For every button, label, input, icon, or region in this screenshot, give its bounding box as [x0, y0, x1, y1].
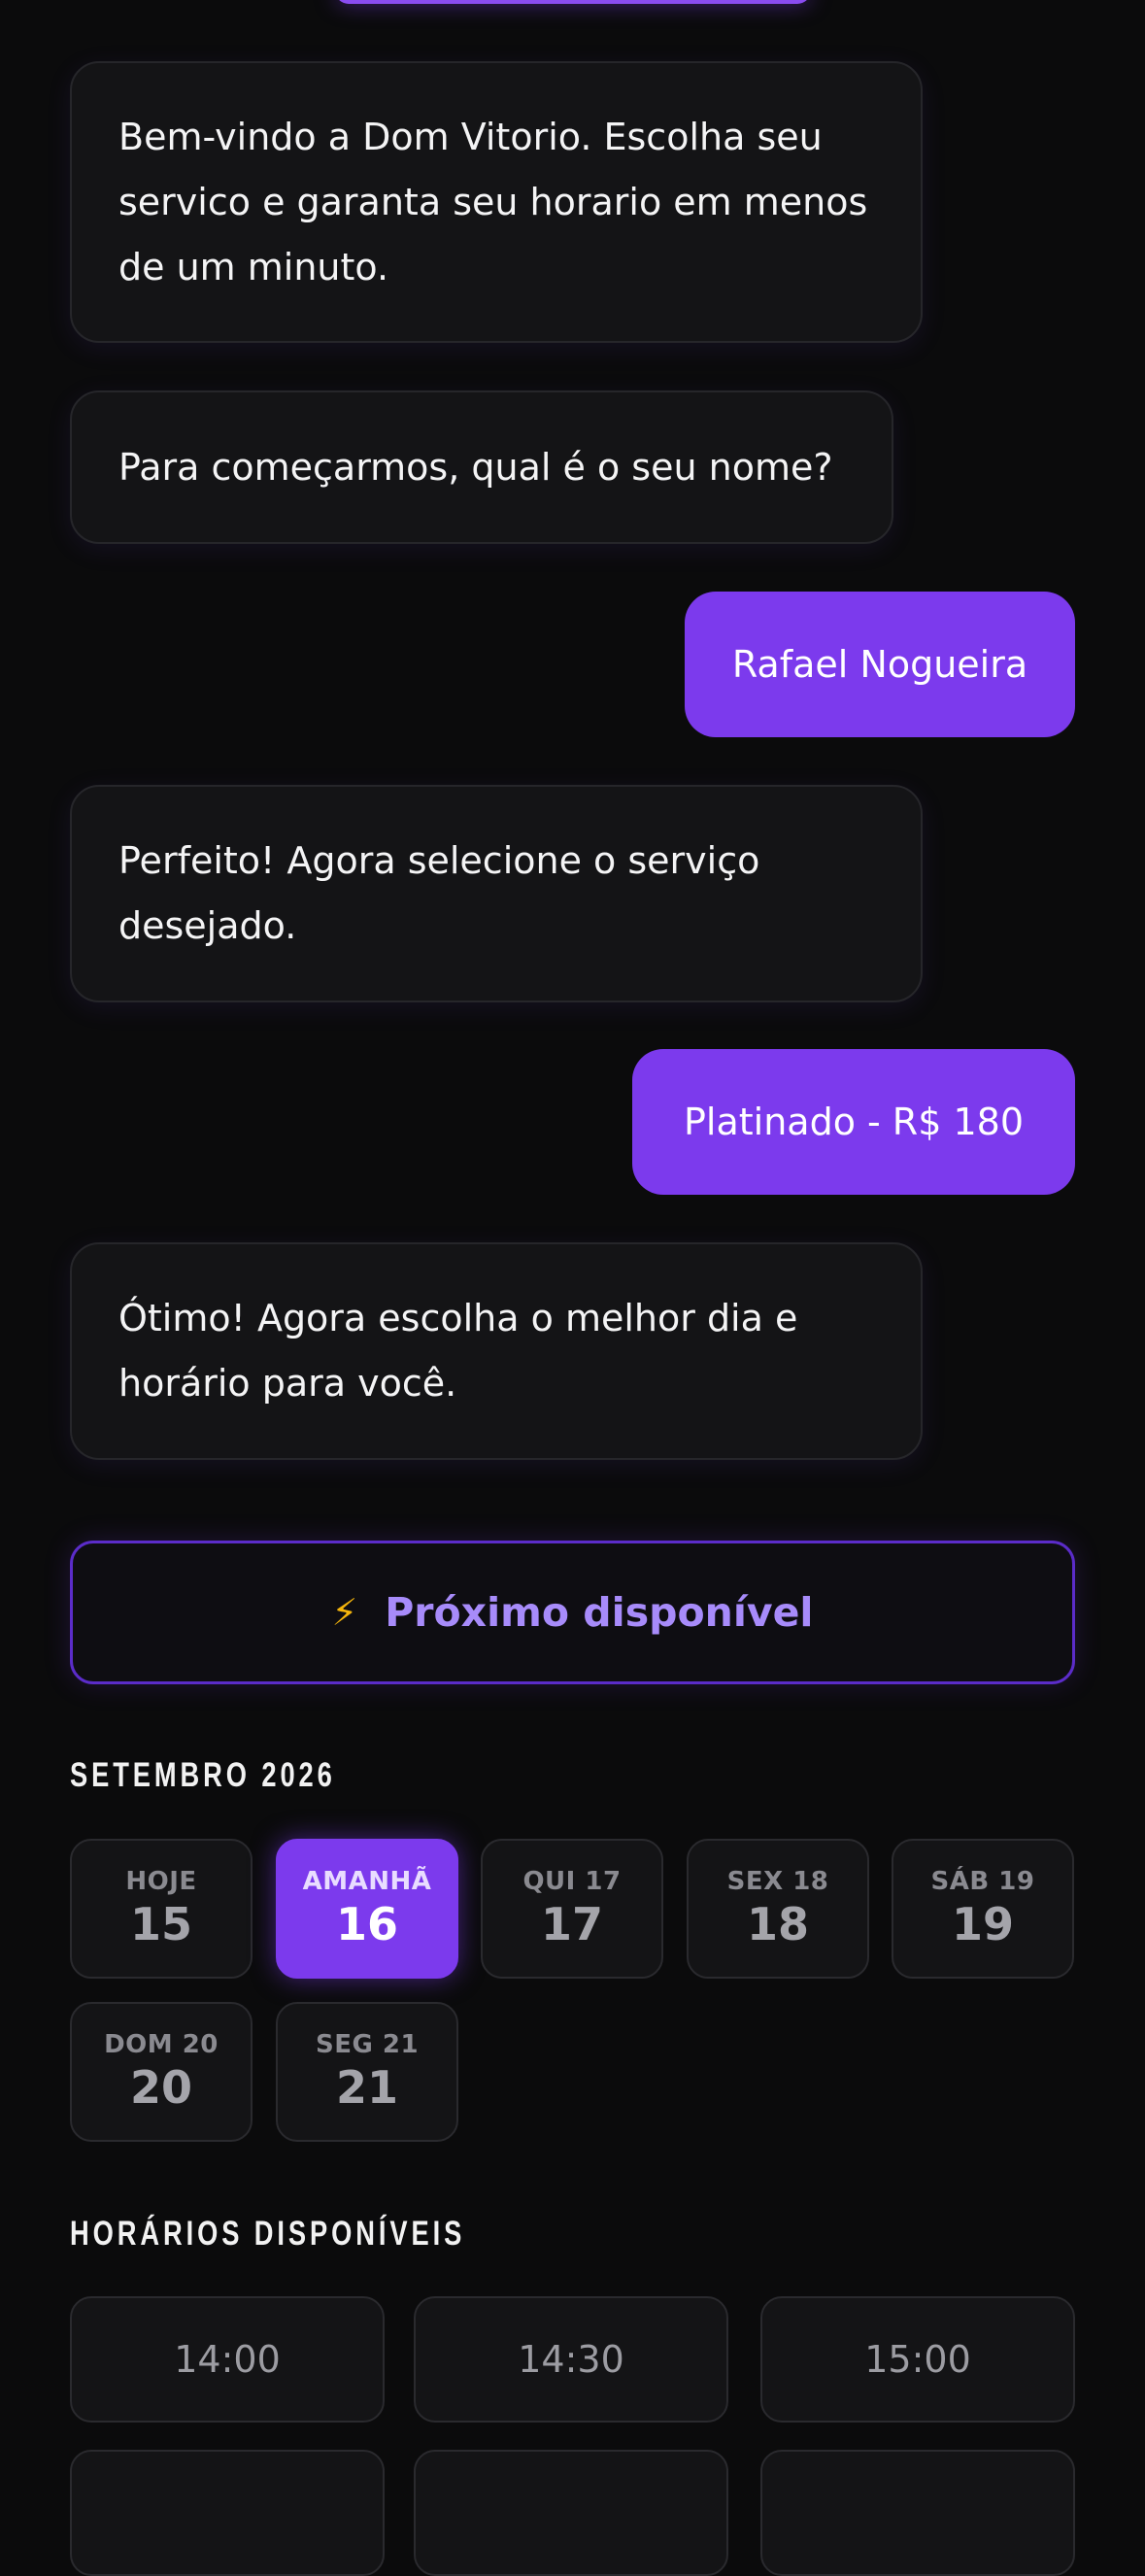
bot-message-text: Perfeito! Agora selecione o serviço dese… — [118, 839, 760, 947]
day-number: 19 — [951, 1898, 1014, 1950]
day-label: HOJE — [125, 1867, 197, 1896]
day-number: 15 — [129, 1898, 192, 1950]
bot-message-text: Bem-vindo a Dom Vitorio. Escolha seu ser… — [118, 115, 868, 288]
day-chip-thu-17[interactable]: QUI 17 17 — [481, 1839, 663, 1979]
bot-message: Para começarmos, qual é o seu nome? — [70, 390, 893, 544]
bot-message-text: Ótimo! Agora escolha o melhor dia e horá… — [118, 1297, 798, 1405]
day-label: SEX 18 — [726, 1867, 829, 1896]
day-chip-mon-21[interactable]: SEG 21 21 — [276, 2002, 458, 2142]
day-number: 16 — [335, 1898, 398, 1950]
next-available-button[interactable]: ⚡ Próximo disponível — [70, 1541, 1075, 1684]
bot-message-text: Para começarmos, qual é o seu nome? — [118, 445, 833, 489]
day-number: 18 — [746, 1898, 809, 1950]
day-label: SÁB 19 — [930, 1867, 1035, 1896]
day-chip-today[interactable]: HOJE 15 — [70, 1839, 253, 1979]
day-chip-tomorrow[interactable]: AMANHÃ 16 — [276, 1839, 458, 1979]
day-number: 21 — [335, 2061, 398, 2114]
user-message: Platinado - R$ 180 — [632, 1049, 1075, 1195]
time-slot[interactable] — [414, 2450, 728, 2576]
next-available-label: Próximo disponível — [385, 1589, 814, 1636]
lightning-icon: ⚡ — [331, 1591, 358, 1634]
previous-action-button[interactable] — [335, 0, 811, 4]
day-label: QUI 17 — [522, 1867, 622, 1896]
bot-message: Ótimo! Agora escolha o melhor dia e horá… — [70, 1242, 923, 1460]
available-times-title: HORÁRIOS DISPONÍVEIS — [70, 2215, 466, 2253]
time-slot[interactable] — [760, 2450, 1075, 2576]
time-slot-label: 14:00 — [174, 2338, 281, 2381]
day-number: 17 — [540, 1898, 603, 1950]
day-chip-sun-20[interactable]: DOM 20 20 — [70, 2002, 253, 2142]
day-chip-sat-19[interactable]: SÁB 19 19 — [892, 1839, 1074, 1979]
day-chip-fri-18[interactable]: SEX 18 18 — [687, 1839, 869, 1979]
user-message-text: Rafael Nogueira — [731, 642, 1028, 686]
time-slot-label: 14:30 — [518, 2338, 624, 2381]
user-message: Rafael Nogueira — [685, 592, 1075, 737]
day-number: 20 — [129, 2061, 192, 2114]
user-message-text: Platinado - R$ 180 — [683, 1100, 1024, 1143]
time-slot-label: 15:00 — [864, 2338, 971, 2381]
month-label: SETEMBRO 2026 — [70, 1756, 336, 1794]
time-slot[interactable]: 14:30 — [414, 2296, 728, 2423]
bot-message: Perfeito! Agora selecione o serviço dese… — [70, 785, 923, 1002]
day-label: AMANHÃ — [302, 1867, 432, 1896]
day-label: DOM 20 — [104, 2030, 219, 2059]
time-slot[interactable] — [70, 2450, 385, 2576]
time-slot[interactable]: 14:00 — [70, 2296, 385, 2423]
bot-message: Bem-vindo a Dom Vitorio. Escolha seu ser… — [70, 61, 923, 343]
time-slot[interactable]: 15:00 — [760, 2296, 1075, 2423]
day-label: SEG 21 — [315, 2030, 420, 2059]
